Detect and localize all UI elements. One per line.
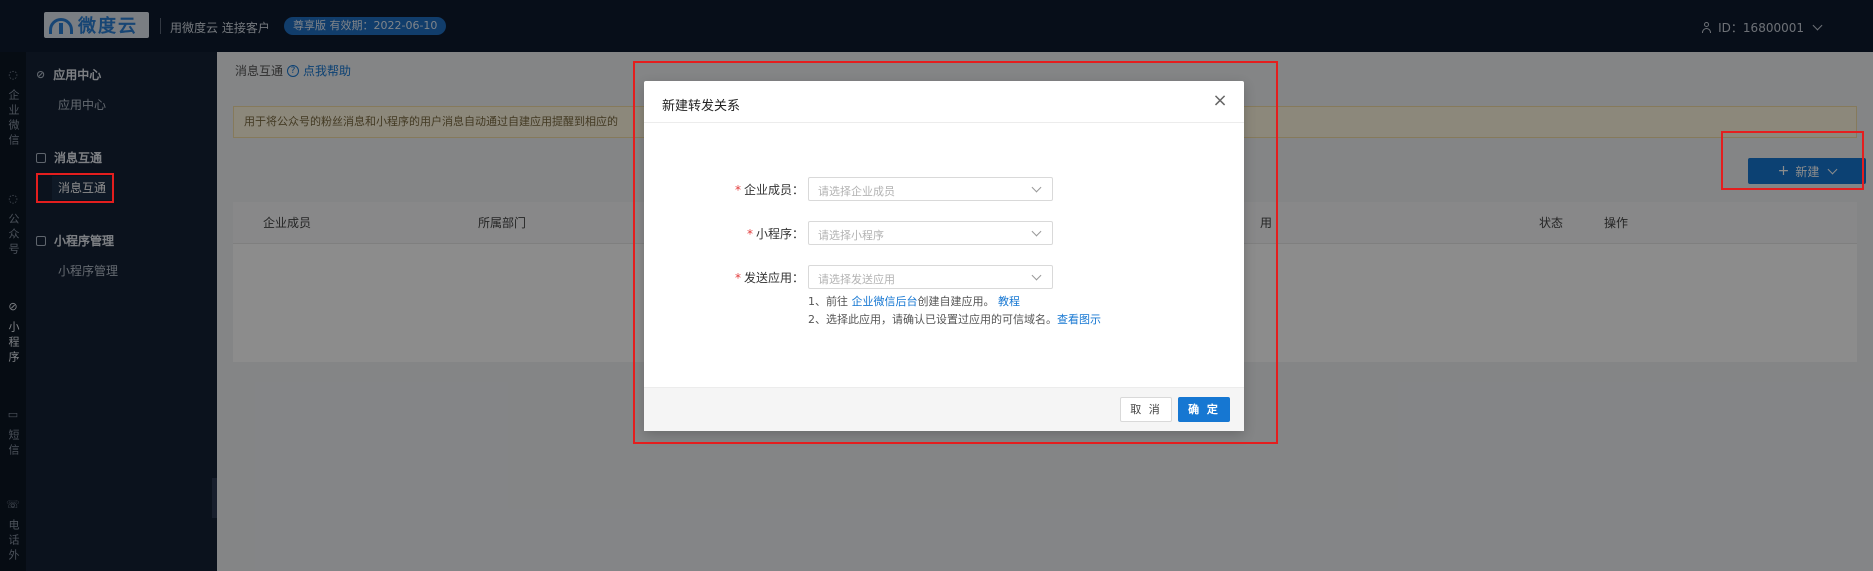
annotation-box-dialog [633,61,1278,444]
annotation-box-sidebar [36,173,114,203]
annotation-box-new-button [1721,131,1864,190]
